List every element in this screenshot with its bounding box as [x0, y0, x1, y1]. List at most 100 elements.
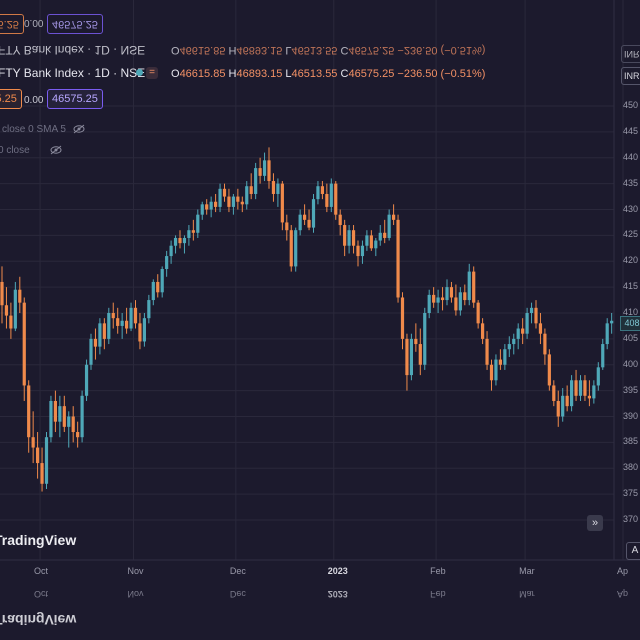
candle	[516, 323, 520, 350]
second-indicator-label[interactable]: 0 close	[0, 145, 62, 156]
candle-series	[0, 147, 614, 492]
symbol-title[interactable]: NIFTY Bank Index · 1D · NSE	[0, 66, 145, 80]
price-pill-sell[interactable]: 16575.25	[0, 89, 22, 109]
candle	[507, 336, 511, 357]
candle	[316, 181, 320, 205]
candle-body	[102, 323, 106, 339]
candle-body	[481, 323, 485, 339]
candle	[476, 300, 480, 329]
open-value: 46615.85	[179, 68, 226, 80]
price-tick-label: 450	[623, 100, 639, 110]
candle	[89, 333, 93, 370]
equals-icon[interactable]: =	[146, 67, 158, 79]
candle	[84, 359, 89, 401]
candle-body	[147, 300, 151, 319]
candle-body	[156, 281, 160, 293]
sma-indicator-label[interactable]: close 0 SMA 5	[2, 124, 85, 135]
spread-value: 0.00	[24, 95, 44, 106]
auto-scale-button[interactable]: A	[626, 542, 640, 560]
candle-body	[298, 214, 302, 231]
reflection-change-text: −236.50 (−0.51%)	[397, 44, 486, 56]
candle	[578, 375, 583, 401]
candle-body	[236, 196, 240, 202]
candle-body	[605, 323, 609, 345]
candle-body	[0, 281, 4, 306]
candle	[151, 279, 155, 306]
candle	[58, 395, 62, 438]
candle	[80, 390, 84, 443]
price-tick-label: 385	[623, 436, 639, 447]
candle-body	[476, 302, 480, 324]
candle	[485, 331, 489, 370]
eye-off-icon[interactable]	[50, 145, 62, 155]
second-indicator-text: 0 close	[0, 145, 30, 156]
candle	[387, 209, 391, 241]
candle-body	[142, 318, 146, 342]
candle-body	[71, 416, 75, 433]
candle-body	[356, 245, 360, 257]
time-tick-label-reflection: Oct	[34, 589, 49, 599]
candle-body	[334, 183, 338, 215]
candle-body	[400, 297, 405, 339]
tradingview-logo[interactable]: TradingView	[0, 532, 76, 548]
scroll-to-realtime-button[interactable]: »	[587, 515, 603, 531]
time-tick-label: Dec	[229, 566, 246, 576]
reflection-ohlc: O46615.85 H46893.15 L46513.55 C46575.25 …	[171, 44, 486, 56]
candle-body	[432, 294, 436, 303]
candle-body	[4, 305, 9, 316]
candle	[378, 225, 382, 246]
candle-body	[280, 183, 284, 223]
time-tick-label-reflection: Nov	[127, 589, 144, 599]
candle-body	[62, 406, 66, 427]
candle-body	[169, 245, 173, 257]
candle-body	[138, 323, 142, 342]
candle-body	[556, 400, 560, 417]
candle-body	[525, 313, 529, 334]
price-pill-buy[interactable]: 46575.25	[47, 89, 103, 109]
candle	[458, 287, 462, 316]
candle	[303, 204, 307, 226]
candle	[525, 307, 529, 339]
candle-body	[365, 235, 369, 246]
price-tick-label: 395	[623, 384, 639, 395]
reflection-symbol-title: NIFTY Bank Index · 1D · NSE	[0, 43, 146, 57]
candle-body	[276, 183, 280, 194]
reflection-change: 0.00	[24, 17, 44, 28]
candle-body	[316, 186, 320, 200]
candle	[392, 204, 396, 226]
candle	[160, 266, 164, 298]
candle-body	[13, 289, 17, 329]
candle-body	[173, 237, 178, 246]
candle	[98, 318, 102, 355]
candle	[31, 411, 35, 464]
candle-body	[418, 344, 422, 365]
candle-body	[311, 199, 316, 228]
candle	[156, 274, 160, 298]
time-tick-label: Ap	[617, 566, 629, 576]
time-tick-label-reflection: Mar	[519, 589, 535, 599]
candle	[249, 173, 253, 200]
ohlc-legend: O46615.85 H46893.15 L46513.55 C46575.25 …	[171, 68, 485, 80]
candle	[71, 406, 75, 443]
currency-selector[interactable]: INR	[621, 67, 640, 85]
price-tick-label: 430	[623, 203, 639, 214]
candle-body	[458, 292, 462, 311]
eye-off-icon[interactable]	[73, 124, 85, 134]
candle-body	[489, 364, 494, 381]
low-value: 46513.55	[291, 68, 338, 80]
price-tick-label: 425	[623, 229, 639, 240]
candle-body	[329, 183, 333, 207]
time-tick-label-reflection: Feb	[430, 589, 446, 599]
open-label: O	[171, 68, 180, 80]
candle-body	[307, 219, 311, 228]
candle	[236, 188, 240, 210]
candle	[418, 328, 422, 376]
candle-body	[320, 186, 324, 194]
candle	[583, 375, 587, 401]
candle-body	[414, 338, 418, 345]
price-tick-label: 420	[623, 255, 639, 266]
candle	[107, 307, 111, 345]
candle-body	[245, 186, 249, 205]
candle	[396, 214, 400, 303]
candle	[414, 323, 418, 352]
